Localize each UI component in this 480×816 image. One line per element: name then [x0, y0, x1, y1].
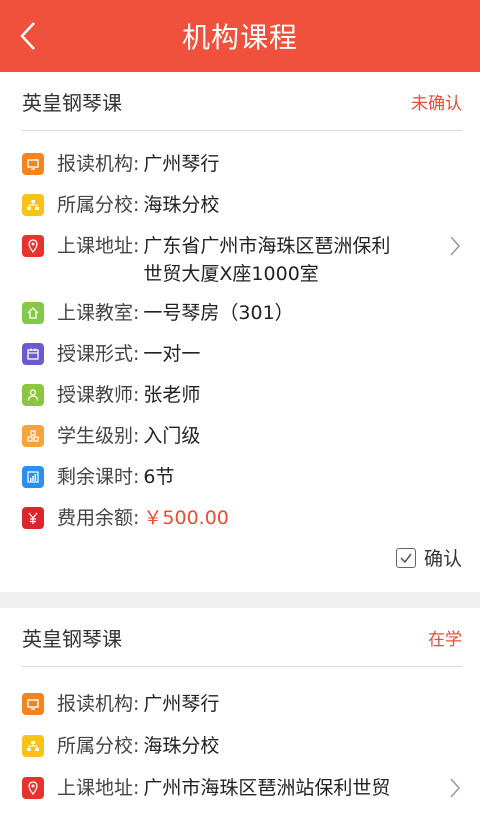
info-row-format: 授课形式: 一对一: [22, 340, 462, 368]
status-badge: 未确认: [411, 93, 462, 114]
calendar-icon: [22, 343, 44, 365]
label: 授课教师:: [57, 384, 140, 406]
confirm-label: 确认: [423, 548, 462, 570]
label: 上课地址:: [57, 235, 140, 257]
label: 剩余课时:: [57, 466, 140, 488]
info-row-address[interactable]: 上课地址: 广东省广州市海珠区琶洲保利 世贸大厦X座1000室: [22, 232, 462, 288]
app-header: 机构课程: [0, 0, 480, 72]
label: 费用余额:: [57, 507, 140, 529]
divider: [22, 130, 462, 131]
info-row-classroom: 上课教室: 一号琴房（301）: [22, 299, 462, 327]
level-icon: [22, 425, 44, 447]
value: 广州琴行: [143, 693, 220, 715]
course-card-header: 英皇钢琴课 在学: [0, 608, 480, 666]
monitor-icon: [22, 153, 44, 175]
course-name: 英皇钢琴课: [22, 626, 122, 651]
info-row-teacher: 授课教师: 张老师: [22, 381, 462, 409]
confirm-button[interactable]: 确认: [395, 544, 462, 571]
info-row-branch: 所属分校: 海珠分校: [22, 191, 462, 219]
course-card-header: 英皇钢琴课 未确认: [0, 72, 480, 130]
bar-chart-icon: [22, 466, 44, 488]
chevron-right-icon[interactable]: [448, 234, 462, 258]
checkbox-icon[interactable]: [395, 547, 416, 568]
value: 广东省广州市海珠区琶洲保利 世贸大厦X座1000室: [143, 232, 390, 288]
course-name: 英皇钢琴课: [22, 90, 122, 115]
yen-icon: [22, 507, 44, 529]
label: 上课教室:: [57, 302, 140, 324]
info-row-level: 学生级别: 入门级: [22, 422, 462, 450]
value: 广州琴行: [143, 153, 220, 175]
value: 一对一: [143, 343, 201, 365]
label: 学生级别:: [57, 425, 140, 447]
label: 报读机构:: [57, 153, 140, 175]
label: 所属分校:: [57, 194, 140, 216]
chevron-left-icon[interactable]: [16, 20, 40, 52]
value: 海珠分校: [143, 735, 220, 757]
org-chart-icon: [22, 735, 44, 757]
label: 上课地址:: [57, 777, 140, 799]
label: 报读机构:: [57, 693, 140, 715]
value: 一号琴房（301）: [143, 302, 294, 324]
course-card[interactable]: 英皇钢琴课 在学 报读机构: 广州琴行 所属分校: 海珠分校 上课地址: 广州市…: [0, 608, 480, 816]
org-chart-icon: [22, 194, 44, 216]
location-icon: [22, 235, 44, 257]
divider: [22, 666, 462, 667]
address-line-2: 世贸大厦X座1000室: [143, 263, 319, 285]
info-row-address[interactable]: 上课地址: 广州市海珠区琶洲站保利世贸: [22, 774, 462, 802]
teacher-icon: [22, 384, 44, 406]
info-row-balance: 费用余额: ￥500.00: [22, 504, 462, 532]
info-row-institution: 报读机构: 广州琴行: [22, 690, 462, 718]
label: 授课形式:: [57, 343, 140, 365]
balance-value: ￥500.00: [143, 507, 229, 529]
status-badge: 在学: [428, 629, 462, 650]
value: 张老师: [143, 384, 201, 406]
course-card[interactable]: 英皇钢琴课 未确认 报读机构: 广州琴行 所属分校: 海珠分校 上课地址: 广东…: [0, 72, 480, 592]
chevron-right-icon[interactable]: [448, 776, 462, 800]
address-line-1: 广东省广州市海珠区琶洲保利: [143, 235, 391, 257]
monitor-icon: [22, 693, 44, 715]
home-icon: [22, 302, 44, 324]
page-title: 机构课程: [181, 21, 298, 54]
info-row-remaining: 剩余课时: 6节: [22, 463, 462, 491]
value: 入门级: [143, 425, 201, 447]
address-line-1: 广州市海珠区琶洲站保利世贸: [143, 777, 391, 799]
info-row-branch: 所属分校: 海珠分校: [22, 732, 462, 760]
value: 6节: [143, 466, 175, 488]
label: 所属分校:: [57, 735, 140, 757]
location-icon: [22, 777, 44, 799]
info-row-institution: 报读机构: 广州琴行: [22, 150, 462, 178]
value: 海珠分校: [143, 194, 220, 216]
